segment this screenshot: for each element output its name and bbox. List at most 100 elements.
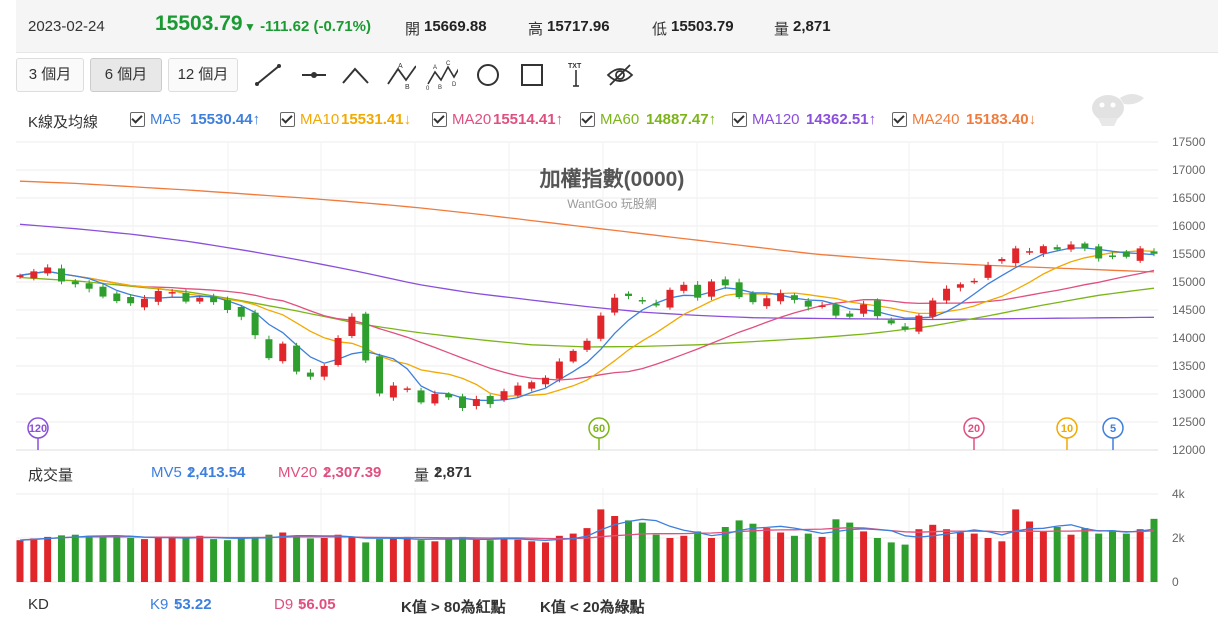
y-tick-label: 17500 xyxy=(1172,135,1206,149)
volume-bar xyxy=(71,534,79,582)
volume-bar xyxy=(403,536,411,582)
volume-bar xyxy=(140,539,148,582)
ma120-line xyxy=(19,223,1155,321)
candle-body xyxy=(265,339,273,359)
volume-bar xyxy=(210,539,218,582)
volume-bar xyxy=(901,544,909,582)
volume-legend-label: 成交量 xyxy=(28,467,74,484)
volume-bar xyxy=(873,538,881,582)
candle-body xyxy=(472,399,480,406)
candle-body xyxy=(1053,247,1061,250)
volume-bar xyxy=(16,540,24,582)
volume-bar xyxy=(445,539,453,582)
volume-bar xyxy=(707,538,715,582)
volume-bar xyxy=(500,538,508,582)
candle-body xyxy=(846,313,854,317)
volume-bar xyxy=(624,520,632,582)
candle-body xyxy=(583,340,591,350)
candle-body xyxy=(16,275,24,278)
volume-bar xyxy=(777,532,785,582)
candle-body xyxy=(168,292,176,294)
candle-body xyxy=(85,283,93,289)
candle-body xyxy=(873,300,881,317)
volume-tick-label: 4k xyxy=(1172,487,1186,501)
ma-marker-label: 60 xyxy=(593,423,605,435)
volume-legend: 成交量 MV5 2,413.54 ↑ MV20 2,307.39 ↑ 量 2,871… xyxy=(28,464,472,484)
candle-body xyxy=(569,350,577,362)
kd-legend-label: KD xyxy=(28,596,49,613)
candle-body xyxy=(459,396,467,408)
candle-body xyxy=(57,268,65,282)
candle-body xyxy=(943,288,951,301)
volume-bar xyxy=(1109,530,1117,582)
volume-bar xyxy=(749,523,757,582)
kd-note-green: K值 < 20為綠點 xyxy=(540,599,645,616)
volume-bar xyxy=(320,538,328,582)
candle-body xyxy=(611,297,619,313)
candle-body xyxy=(500,391,508,401)
volume-bar xyxy=(790,535,798,582)
candle-body xyxy=(403,388,411,390)
volume-bar xyxy=(431,541,439,582)
volume-bar xyxy=(1067,534,1075,582)
volume-bar xyxy=(265,534,273,582)
volume-bar xyxy=(279,532,287,582)
y-tick-label: 14500 xyxy=(1172,303,1206,317)
candle-body xyxy=(306,372,314,377)
candle-body xyxy=(998,259,1006,262)
chart-title: 加權指數(0000) xyxy=(539,167,685,191)
candle-body xyxy=(154,290,162,302)
candle-body xyxy=(293,345,301,372)
volume-bar xyxy=(182,538,190,582)
candle-body xyxy=(763,298,771,307)
candle-body xyxy=(71,281,79,285)
candle-body xyxy=(790,295,798,300)
candle-body xyxy=(887,320,895,324)
volume-bar xyxy=(929,524,937,582)
volume-bar xyxy=(334,534,342,582)
volume-bar xyxy=(85,535,93,582)
ma-lines xyxy=(19,180,1155,402)
price-y-axis: 12000 12500 13000 13500 14000 14500 15000 15500… xyxy=(1172,135,1206,457)
candle-body xyxy=(99,286,107,297)
candle-body xyxy=(127,297,135,304)
candle-body xyxy=(431,394,439,404)
volume-bar xyxy=(154,538,162,582)
candle-body xyxy=(1136,248,1144,261)
volume-bar xyxy=(417,540,425,582)
candle-body xyxy=(362,313,370,361)
candle-body xyxy=(860,304,868,314)
ma-marker-label: 120 xyxy=(29,423,47,435)
candle-body xyxy=(251,312,259,336)
candle-body xyxy=(694,284,702,298)
volume-bar xyxy=(30,538,38,582)
volume-bar xyxy=(57,535,65,582)
volume-bar xyxy=(1150,518,1158,582)
candle-body xyxy=(707,281,715,297)
volume-bar xyxy=(113,535,121,582)
volume-bar xyxy=(514,539,522,582)
volume-bar xyxy=(763,528,771,582)
candle-body xyxy=(1012,248,1020,264)
kd-legend: KD K9 53.22 ↓ D9 56.05 ↓ K值 > 80為紅點 K值 < 2… xyxy=(28,596,645,616)
volume-bar xyxy=(860,531,868,582)
candle-body xyxy=(970,280,978,283)
volume-bar xyxy=(223,540,231,582)
candle-body xyxy=(735,282,743,298)
candle-body xyxy=(929,300,937,317)
volume-now-name: 量 xyxy=(414,467,430,484)
candle-body xyxy=(445,394,453,398)
candle-body xyxy=(44,267,52,274)
volume-bar xyxy=(846,522,854,582)
y-tick-label: 16000 xyxy=(1172,219,1206,233)
ma60-line xyxy=(19,276,1155,348)
candle-body xyxy=(223,300,231,310)
volume-bar xyxy=(44,536,52,582)
volume-bar xyxy=(943,529,951,582)
volume-bars xyxy=(16,509,1158,582)
volume-bar xyxy=(542,542,550,582)
ma-marker-label: 20 xyxy=(968,423,980,435)
volume-bar xyxy=(1053,527,1061,582)
candle-body xyxy=(30,271,38,279)
volume-bar xyxy=(887,542,895,582)
